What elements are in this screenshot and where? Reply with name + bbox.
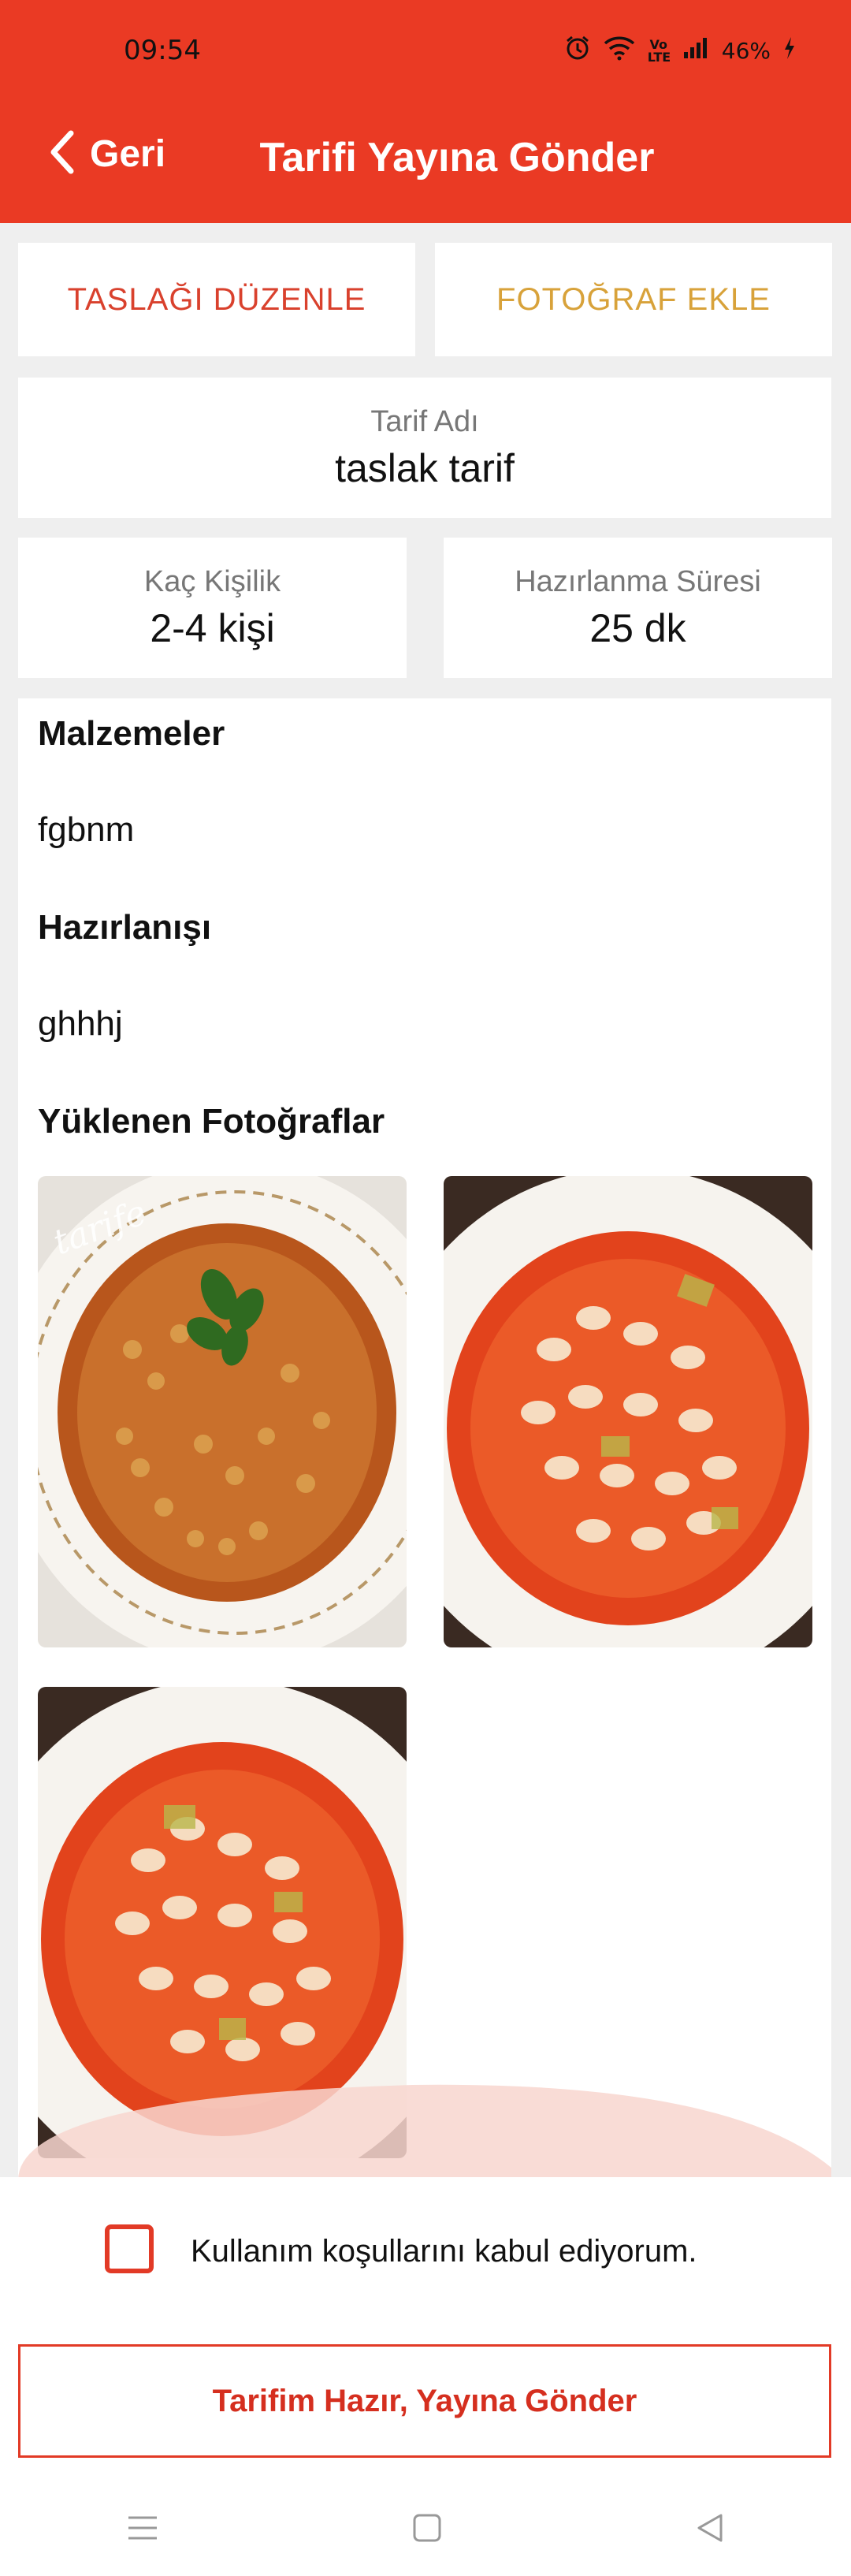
edit-draft-button[interactable]: TASLAĞI DÜZENLE <box>18 243 415 356</box>
servings-value: 2-4 kişi <box>150 605 275 650</box>
terms-label: Kullanım koşullarını kabul ediyorum. <box>191 2234 697 2269</box>
decorative-wave <box>18 2084 831 2180</box>
uploaded-photo-1[interactable]: tarife <box>38 1176 407 1647</box>
terms-checkbox[interactable] <box>105 2224 154 2273</box>
battery-level: 46% <box>721 38 771 64</box>
system-nav-bar <box>0 2483 851 2576</box>
add-photo-button[interactable]: FOTOĞRAF EKLE <box>435 243 832 356</box>
recipe-name-value: taslak tarif <box>335 445 515 490</box>
signal-icon <box>682 36 709 65</box>
prep-time-label: Hazırlanma Süresi <box>515 564 761 598</box>
home-icon[interactable] <box>411 2512 443 2548</box>
uploaded-photo-2[interactable] <box>444 1176 812 1647</box>
volte-icon: Vo LTE <box>647 36 671 65</box>
back-nav-icon[interactable] <box>694 2512 726 2548</box>
bean-stew-photo-2 <box>444 1176 812 1647</box>
status-icons: Vo LTE 46% <box>564 35 796 67</box>
recipe-name-label: Tarif Adı <box>370 404 479 438</box>
alarm-icon <box>564 35 591 67</box>
servings-card: Kaç Kişilik 2-4 kişi <box>18 538 407 678</box>
status-time: 09:54 <box>124 35 201 66</box>
preparation-text: ghhhj <box>38 1004 123 1043</box>
preparation-title: Hazırlanışı <box>38 908 212 947</box>
submit-button[interactable]: Tarifim Hazır, Yayına Gönder <box>18 2344 831 2458</box>
wifi-icon <box>604 35 635 66</box>
page-title: Tarifi Yayına Gönder <box>259 135 655 181</box>
prep-time-value: 25 dk <box>589 605 686 650</box>
photos-title: Yüklenen Fotoğraflar <box>38 1102 385 1141</box>
recipe-name-card: Tarif Adı taslak tarif <box>18 378 831 518</box>
menu-icon[interactable] <box>125 2514 160 2546</box>
app-header: 09:54 Vo LTE 46% Geri Tarifi Yayına Gönd… <box>0 0 851 223</box>
prep-time-card: Hazırlanma Süresi 25 dk <box>444 538 832 678</box>
charging-icon <box>783 36 796 65</box>
ingredients-title: Malzemeler <box>38 714 225 753</box>
ingredients-text: fgbnm <box>38 810 135 849</box>
servings-label: Kaç Kişilik <box>143 564 281 598</box>
